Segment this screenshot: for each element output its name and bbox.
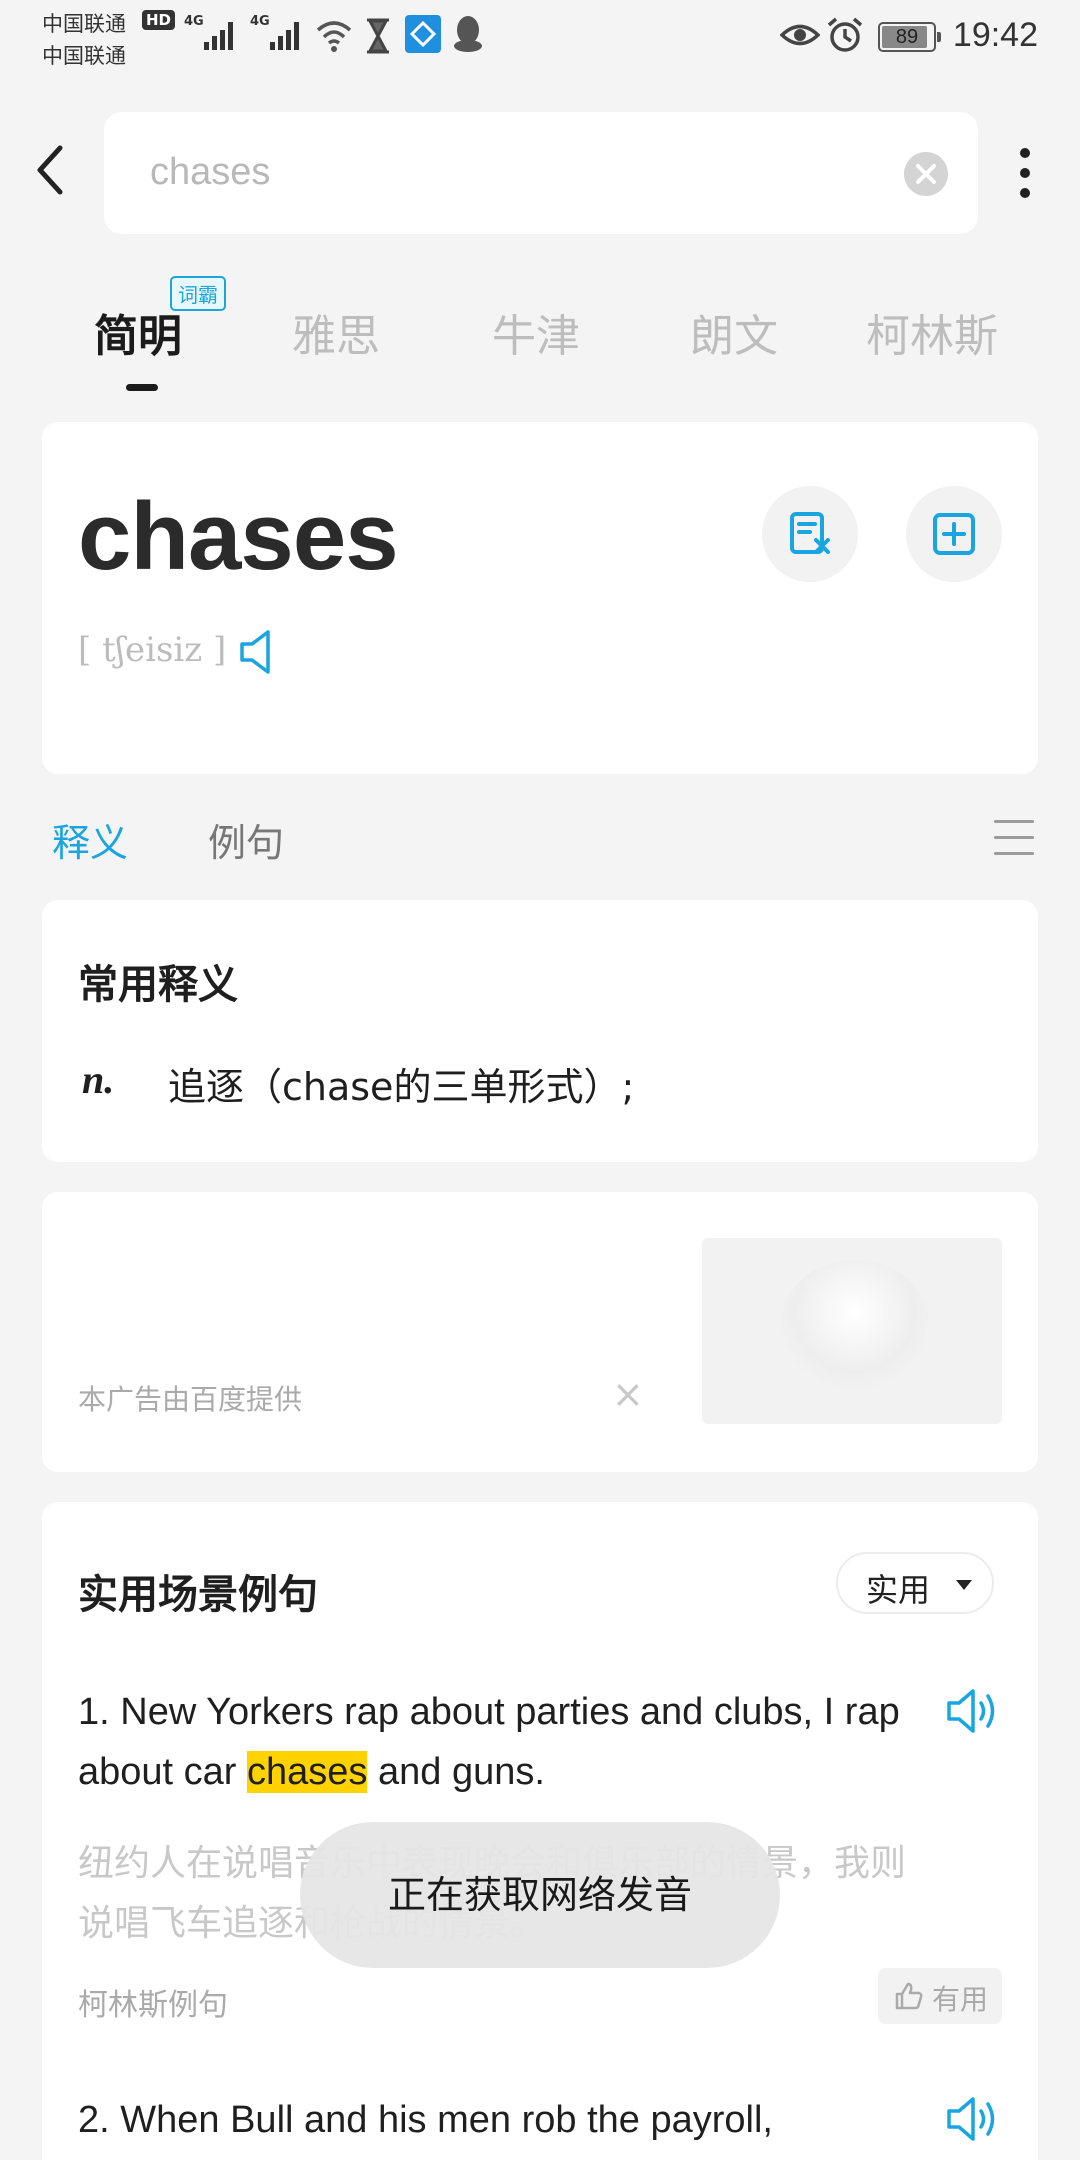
status-bar: 中国联通 中国联通 HD 4G 4G 89 19:42 — [0, 0, 1080, 74]
menu-icon[interactable] — [994, 818, 1034, 858]
network-label-2: 4G — [250, 14, 270, 29]
tab-jianming[interactable]: 简明 — [94, 300, 182, 364]
search-bar[interactable] — [104, 112, 978, 234]
example-speaker-icon[interactable] — [946, 2094, 1000, 2144]
dropdown-triangle-icon — [956, 1580, 972, 1590]
ad-close-icon[interactable]: × — [612, 1372, 644, 1416]
tab-collins[interactable]: 柯林斯 — [866, 300, 998, 364]
tab-examples[interactable]: 例句 — [208, 812, 284, 867]
clear-search-icon[interactable] — [904, 152, 948, 196]
signal-icon — [270, 18, 306, 50]
headword: chases — [78, 483, 399, 590]
tab-definitions[interactable]: 释义 — [52, 812, 128, 867]
eye-icon — [780, 24, 820, 46]
ad-card[interactable]: 本广告由百度提供 × — [42, 1192, 1038, 1472]
example-sentence-en: 1. New Yorkers rap about parties and clu… — [78, 1691, 900, 1793]
highlighted-word: chases — [247, 1751, 368, 1793]
useful-button[interactable]: 有用 — [878, 1968, 1002, 2024]
part-of-speech: n. — [82, 1057, 115, 1102]
clock: 19:42 — [952, 16, 1038, 54]
filter-label: 实用 — [866, 1571, 931, 1609]
section-title: 常用释义 — [78, 962, 238, 1008]
thumbs-up-icon — [895, 1982, 923, 2010]
wifi-icon — [316, 21, 352, 52]
add-icon — [933, 513, 975, 555]
alarm-icon — [827, 17, 863, 52]
section-title: 实用场景例句 — [78, 1572, 318, 1618]
ad-image[interactable] — [702, 1238, 1002, 1424]
back-arrow-icon[interactable] — [28, 140, 78, 200]
add-to-wordbook-button[interactable] — [906, 486, 1002, 582]
example-filter-dropdown[interactable]: 实用 — [836, 1552, 994, 1614]
wordbook-remove-button[interactable] — [762, 486, 858, 582]
common-definitions-card: 常用释义 n. 追逐（chase的三单形式）; — [42, 900, 1038, 1162]
tab-oxford[interactable]: 牛津 — [492, 300, 580, 364]
example-sentence-en: 2. When Bull and his men rob the payroll… — [78, 2099, 773, 2141]
useful-label: 有用 — [932, 1983, 989, 2016]
example-source: 柯林斯例句 — [78, 1988, 228, 2023]
tab-longman[interactable]: 朗文 — [690, 300, 778, 364]
active-tab-indicator — [126, 384, 158, 391]
hd-badge: HD — [142, 10, 176, 30]
loading-toast: 正在获取网络发音 — [300, 1822, 780, 1968]
network-label-1: 4G — [184, 14, 204, 29]
ad-label: 本广告由百度提供 — [78, 1383, 303, 1416]
phonetic: [ tʃeisiz ] — [78, 630, 227, 670]
carrier-1: 中国联通 — [42, 12, 126, 36]
definition-text: 追逐（chase的三单形式）; — [168, 1065, 635, 1109]
example-speaker-icon[interactable] — [946, 1686, 1000, 1736]
tab-ielts[interactable]: 雅思 — [292, 300, 380, 364]
wordbook-remove-icon — [790, 512, 830, 554]
battery-percent: 89 — [895, 26, 919, 48]
search-input[interactable] — [150, 142, 850, 202]
app-notification-icon — [405, 15, 441, 53]
signal-icon — [204, 18, 240, 50]
hourglass-icon — [367, 18, 389, 54]
word-card: chases [ tʃeisiz ] — [42, 422, 1038, 774]
qq-icon — [454, 16, 482, 52]
carrier-2: 中国联通 — [42, 44, 126, 68]
battery-icon: 89 — [878, 22, 941, 52]
more-options-icon[interactable] — [1012, 144, 1040, 204]
pronunciation-speaker-icon[interactable] — [238, 628, 278, 676]
